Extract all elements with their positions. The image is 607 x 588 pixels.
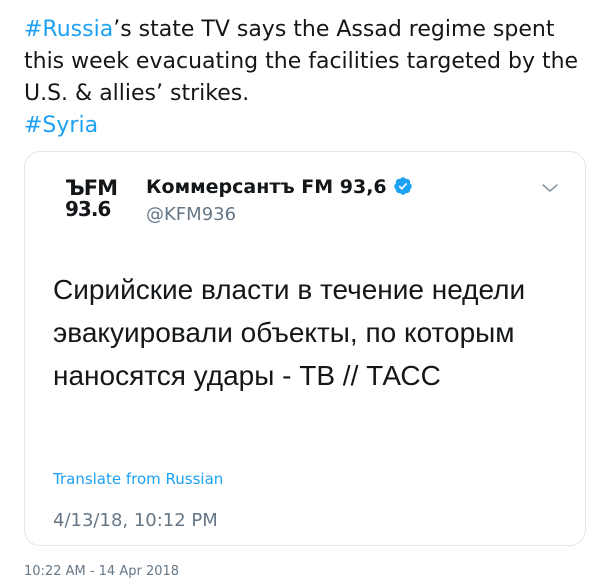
quoted-tweet-timestamp[interactable]: 4/13/18, 10:12 PM — [53, 510, 218, 531]
verified-badge-icon — [393, 177, 412, 195]
quoted-tweet-card[interactable]: ЪFM 93.6 Коммерсантъ FM 93,6 @KFM936 Сир… — [24, 151, 586, 546]
handle[interactable]: @KFM936 — [146, 204, 236, 225]
avatar[interactable]: ЪFM 93.6 — [65, 178, 121, 222]
hashtag-russia-link[interactable]: #Russia — [24, 17, 113, 42]
tweet-text: #Russia’s state TV says the Assad regime… — [24, 14, 594, 142]
translate-link[interactable]: Translate from Russian — [53, 470, 223, 488]
tweet-timestamp[interactable]: 10:22 AM - 14 Apr 2018 — [24, 564, 179, 579]
display-name-text: Коммерсантъ FM 93,6 — [146, 176, 387, 198]
quoted-tweet-body: Сирийские власти в течение недели эвакуи… — [53, 274, 526, 391]
display-name[interactable]: Коммерсантъ FM 93,6 — [146, 176, 413, 198]
hashtag-syria-link[interactable]: #Syria — [24, 113, 98, 138]
avatar-logo-line2: 93.6 — [65, 197, 111, 221]
chevron-down-icon[interactable] — [541, 182, 559, 194]
avatar-logo-line1: ЪFM — [65, 176, 118, 200]
